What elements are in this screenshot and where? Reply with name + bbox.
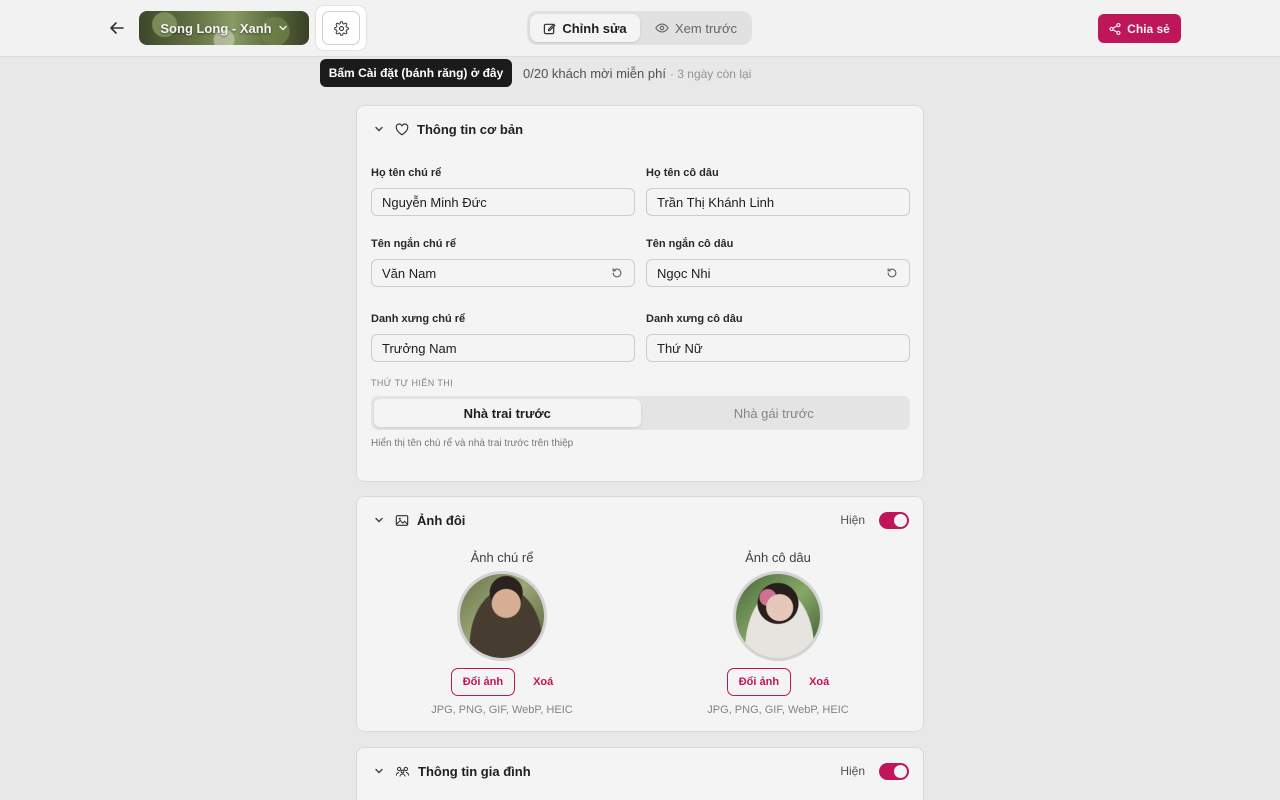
chevron-down-icon [278, 25, 287, 31]
groom-photo-formats: JPG, PNG, GIF, WebP, HEIC [431, 704, 573, 716]
groom-title-value: Trưởng Nam [382, 340, 457, 356]
groom-shortname-label: Tên ngắn chú rể [371, 238, 456, 250]
bride-title-label: Danh xưng cô dâu [646, 313, 743, 325]
share-label: Chia sẻ [1127, 21, 1170, 36]
bride-change-photo-button[interactable]: Đổi ảnh [726, 668, 792, 696]
share-icon [1109, 22, 1121, 35]
groom-fullname-field[interactable]: Nguyễn Minh Đức [371, 188, 635, 216]
days-remaining: · 3 ngày còn lại [669, 67, 752, 81]
groom-title-field[interactable]: Trưởng Nam [371, 334, 635, 362]
bride-photo-formats: JPG, PNG, GIF, WebP, HEIC [707, 704, 849, 716]
template-selector[interactable]: Song Long - Xanh [139, 11, 309, 45]
guest-count: 0/20 khách mời miễn phí [523, 66, 666, 81]
top-bar: Song Long - Xanh Chỉnh sửa Xem trước Chi… [0, 0, 1280, 57]
groom-photo-caption: Ảnh chú rể [470, 550, 534, 565]
groom-avatar [457, 571, 547, 661]
groom-photo-section: Ảnh chú rể Đổi ảnh Xoá JPG, PNG, GIF, We… [372, 543, 632, 716]
display-order-caption: THỨ TỰ HIỂN THỊ [371, 378, 454, 388]
groom-delete-photo-button[interactable]: Xoá [533, 676, 553, 688]
display-order-hint: Hiển thị tên chú rể và nhà trai trước tr… [371, 438, 574, 449]
couple-photos-header[interactable]: Ảnh đôi Hiện [371, 497, 909, 543]
groom-change-photo-button[interactable]: Đổi ảnh [450, 668, 516, 696]
bride-shortname-label: Tên ngắn cô dâu [646, 238, 734, 250]
heart-icon [395, 122, 409, 135]
reset-icon[interactable] [610, 266, 624, 280]
basic-info-header[interactable]: Thông tin cơ bản [371, 106, 909, 152]
bride-fullname-label: Họ tên cô dâu [646, 167, 719, 179]
chevron-down-icon[interactable] [371, 121, 387, 137]
groom-shortname-field[interactable]: Văn Nam [371, 259, 635, 287]
chevron-down-icon[interactable] [371, 763, 387, 779]
family-icon [395, 766, 410, 777]
bride-photo-caption: Ảnh cô dâu [745, 550, 811, 565]
bride-fullname-field[interactable]: Trần Thị Khánh Linh [646, 188, 910, 216]
order-bride-first[interactable]: Nhà gái trước [641, 399, 908, 427]
bride-photo-section: Ảnh cô dâu Đổi ảnh Xoá JPG, PNG, GIF, We… [648, 543, 908, 716]
display-order-toggle: Nhà trai trước Nhà gái trước [371, 396, 910, 430]
bride-fullname-value: Trần Thị Khánh Linh [657, 194, 775, 210]
bride-delete-photo-button[interactable]: Xoá [809, 676, 829, 688]
settings-button-inner [322, 11, 360, 45]
arrow-left-icon [110, 22, 124, 34]
bride-title-field[interactable]: Thứ Nữ [646, 334, 910, 362]
gear-icon [333, 20, 349, 36]
reset-icon[interactable] [885, 266, 899, 280]
family-info-title: Thông tin gia đình [418, 763, 531, 779]
couple-photos-card: Ảnh đôi Hiện Ảnh chú rể Đổi ảnh Xoá JPG,… [356, 496, 924, 732]
mode-toggle: Chỉnh sửa Xem trước [527, 11, 752, 45]
family-info-card: Thông tin gia đình Hiện [356, 747, 924, 800]
groom-fullname-value: Nguyễn Minh Đức [382, 194, 487, 210]
edit-icon [544, 23, 556, 34]
bride-shortname-value: Ngọc Nhi [657, 265, 711, 281]
visibility-label: Hiện [840, 764, 865, 778]
tab-edit[interactable]: Chỉnh sửa [530, 14, 640, 42]
template-name: Song Long - Xanh [160, 20, 272, 36]
tab-edit-label: Chỉnh sửa [562, 20, 627, 36]
chevron-down-icon[interactable] [371, 512, 387, 528]
bride-shortname-field[interactable]: Ngọc Nhi [646, 259, 910, 287]
couple-photos-visibility-toggle[interactable] [879, 511, 909, 529]
settings-button[interactable] [316, 6, 366, 50]
order-groom-first[interactable]: Nhà trai trước [374, 399, 641, 427]
basic-info-title: Thông tin cơ bản [417, 121, 524, 137]
visibility-label: Hiện [840, 513, 865, 527]
groom-shortname-value: Văn Nam [382, 265, 437, 281]
share-button[interactable]: Chia sẻ [1098, 14, 1181, 43]
basic-info-card: Thông tin cơ bản Họ tên chú rể Nguyễn Mi… [356, 105, 924, 482]
eye-icon [655, 23, 669, 33]
settings-tooltip: Bấm Cài đặt (bánh răng) ở đây [320, 59, 512, 87]
tab-preview[interactable]: Xem trước [643, 14, 749, 42]
tab-preview-label: Xem trước [674, 20, 737, 36]
back-button[interactable] [104, 14, 130, 42]
groom-fullname-label: Họ tên chú rể [371, 167, 442, 179]
couple-photos-title: Ảnh đôi [417, 512, 466, 528]
bride-avatar [733, 571, 823, 661]
guest-counter: 0/20 khách mời miễn phí · 3 ngày còn lại [523, 66, 751, 81]
family-info-header[interactable]: Thông tin gia đình Hiện [371, 748, 909, 794]
image-icon [395, 514, 409, 526]
groom-title-label: Danh xưng chú rể [371, 313, 466, 325]
family-info-visibility-toggle[interactable] [879, 762, 909, 780]
bride-title-value: Thứ Nữ [657, 340, 703, 356]
